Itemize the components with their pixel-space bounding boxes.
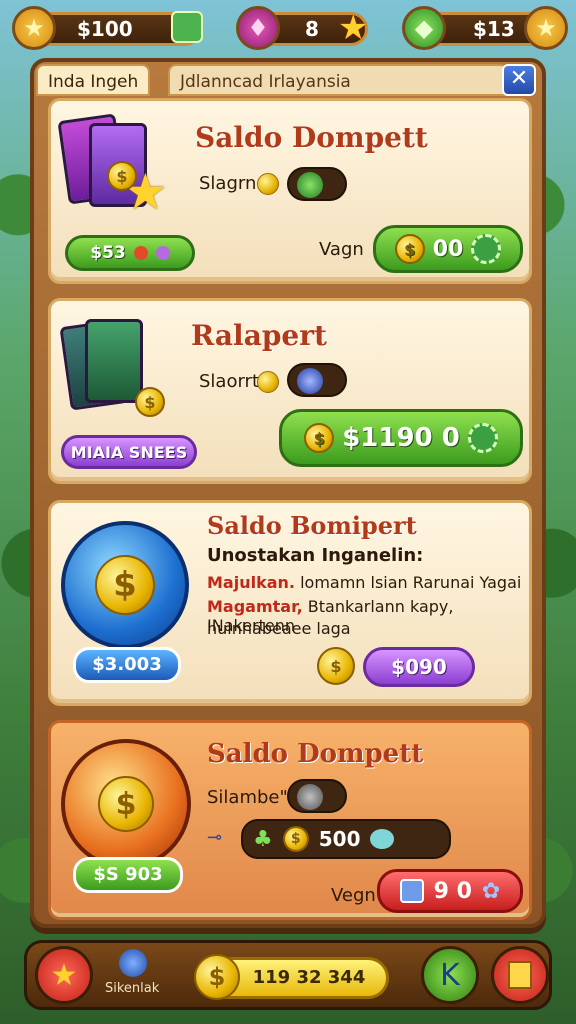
coin-icon: $ [107, 161, 137, 191]
close-button[interactable]: ✕ [502, 64, 536, 96]
notes-icon [508, 961, 532, 989]
coin-icon: $ [304, 423, 335, 453]
price-value: $53 [90, 243, 126, 263]
notes-button[interactable] [491, 946, 549, 1004]
wallet-card-3: $ $3.003 Saldo Bomipert Unostakan Ingane… [48, 500, 532, 706]
card-title: Saldo Dompett [207, 739, 424, 769]
slot-label: Silambe"t [207, 787, 295, 808]
subtitle: Unostakan Inganelin: [207, 545, 424, 566]
coin-icon: $ [282, 826, 309, 852]
slot [287, 779, 347, 813]
star-icon[interactable]: ★ [12, 6, 56, 50]
top-currency-bar: $100 ★ 8 ♦ ★ $13 ◆ ★ [8, 6, 568, 50]
buy-value: 9 0 [433, 878, 472, 904]
red-star-icon: ★ [338, 8, 369, 48]
card-icon [399, 879, 424, 903]
slot [287, 363, 347, 397]
gray-gem-icon [297, 784, 323, 810]
price-badge-button[interactable]: $53 [65, 235, 195, 271]
star-menu-icon[interactable]: ★ [524, 6, 568, 50]
gear-icon [471, 234, 502, 264]
coin-total: 119 32 344 [252, 967, 366, 988]
orb-value: $3.003 [73, 647, 181, 683]
wallet-card-4: $ $S 903 Saldo Dompett Silambe"t ⊸ ♣ $ 5… [48, 720, 532, 920]
buy-button[interactable]: 9 0 ✿ [377, 869, 523, 913]
blue-gem-icon[interactable] [119, 949, 147, 977]
back-button[interactable]: K [421, 946, 479, 1004]
tab-strip: Inda Ingeh Jdlanncad Irlayansia ✕ [34, 62, 542, 100]
description-line-3: hulnhabeaee laga [207, 619, 351, 638]
tab-active[interactable]: Inda Ingeh [36, 64, 151, 96]
buy-value: $1190 0 [342, 423, 460, 453]
badge-button[interactable]: MIAIA SNEES [61, 435, 197, 469]
coin-icon: $ [317, 647, 355, 685]
coin-icon: $ [194, 954, 240, 1000]
red-gem-icon [133, 246, 148, 260]
money-left-pill: $100 [32, 11, 203, 46]
coin-icon [257, 173, 279, 195]
bottom-nav-bar: ★ Sikenlak $ 119 32 344 K [24, 940, 552, 1010]
orb-value: $S 903 [73, 857, 183, 893]
action-label: Vegn [331, 885, 376, 906]
slot-label: Slagrn [199, 173, 257, 194]
reward-bar: ♣ $ 500 [241, 819, 451, 859]
coin-icon: $ [394, 234, 425, 264]
coin-icon [257, 371, 279, 393]
green-gem-icon [297, 172, 323, 198]
key-icon: ⊸ [207, 827, 223, 848]
cards-illustration: ★ $ [57, 113, 183, 233]
cash-icon [171, 11, 203, 43]
small-label: Sikenlak [105, 981, 160, 996]
gem-icon[interactable]: ♦ [236, 6, 280, 50]
coin-stack-orb-icon: $ [61, 739, 191, 869]
wallet-card-1: ★ $ Saldo Dompett Slagrn $53 Vagn $ 00 [48, 98, 532, 284]
card-title: Saldo Bomipert [207, 511, 417, 540]
leaf-gem-icon[interactable]: ◆ [402, 6, 446, 50]
slot [287, 167, 347, 201]
gear-icon [467, 423, 498, 453]
buy-button[interactable]: $ $1190 0 [279, 409, 523, 467]
gems-value: 8 [305, 17, 319, 41]
wallet-card-2: $ Ralapert Slaorrt MIAIA SNEES $ $1190 0 [48, 298, 532, 484]
green-cards-illustration: $ [59, 317, 185, 427]
buy-value: 00 [432, 236, 464, 262]
description-line-1: Majulkan. lomamn lsian Rarunai Yagai [207, 573, 522, 592]
card-title: Saldo Dompett [195, 121, 428, 154]
coin-stack-icon: $ [135, 387, 165, 417]
buy-button[interactable]: $090 [363, 647, 475, 687]
card-title: Ralapert [191, 319, 327, 352]
clover-icon: ♣ [253, 826, 273, 852]
coin-stack-icon: $ [98, 776, 154, 832]
tab-secondary[interactable]: Jdlanncad Irlayansia [168, 64, 508, 96]
buy-button[interactable]: $ 00 [373, 225, 523, 273]
teal-gem-icon [370, 829, 395, 849]
action-label: Vagn [319, 239, 364, 260]
slot-label: Slaorrt [199, 371, 260, 392]
reward-value: 500 [318, 827, 361, 851]
wallet-window: Inda Ingeh Jdlanncad Irlayansia ✕ ★ $ Sa… [30, 58, 546, 928]
star-home-button[interactable]: ★ [35, 946, 93, 1004]
purple-gem-icon [155, 246, 170, 260]
blue-orb-icon: $ [61, 521, 189, 649]
money-right-value: $13 [473, 17, 515, 41]
coin-total-bar: $ 119 32 344 [194, 954, 389, 1000]
blue-gem-icon [297, 368, 323, 394]
flower-icon: ✿ [481, 878, 501, 904]
money-left-value: $100 [77, 17, 133, 41]
coin-icon: $ [95, 555, 155, 615]
